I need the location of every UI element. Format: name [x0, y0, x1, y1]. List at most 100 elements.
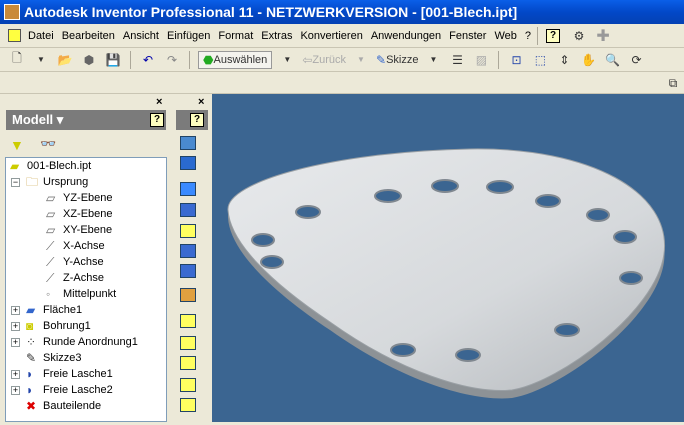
- tree-item-label: XY-Ebene: [63, 224, 113, 236]
- menu-help[interactable]: ?: [521, 30, 535, 42]
- folder-icon: 🗀: [26, 175, 39, 189]
- zoom-all-icon[interactable]: ⊡: [507, 51, 525, 69]
- view-cube-icon[interactable]: ⧉: [664, 74, 682, 92]
- expand-icon[interactable]: +: [11, 306, 20, 315]
- hole: [295, 205, 321, 219]
- back-dropdown-icon[interactable]: ▼: [352, 51, 370, 69]
- expand-icon[interactable]: +: [11, 370, 20, 379]
- expand-icon[interactable]: +: [11, 338, 20, 347]
- back-button[interactable]: ⇦ Zurück: [302, 51, 346, 69]
- collapse-icon[interactable]: −: [11, 178, 20, 187]
- tree-item-label: Z-Achse: [63, 272, 104, 284]
- find-icon[interactable]: 👓: [40, 136, 56, 152]
- window-title: Autodesk Inventor Professional 11 - NETZ…: [24, 4, 518, 20]
- tree-item[interactable]: ⟋ Y-Achse: [46, 254, 104, 270]
- panel-tool-icon[interactable]: [180, 136, 196, 150]
- menu-bar: Datei Bearbeiten Ansicht Einfügen Format…: [0, 24, 684, 48]
- zoom-window-icon[interactable]: ⬚: [531, 51, 549, 69]
- plane-icon: ▱: [46, 207, 56, 221]
- part-doc-icon: [8, 29, 21, 42]
- menu-fenster[interactable]: Fenster: [445, 30, 490, 42]
- panel-close-icon[interactable]: ×: [198, 96, 204, 108]
- hole: [374, 189, 402, 203]
- menu-extras[interactable]: Extras: [257, 30, 296, 42]
- select-button[interactable]: ⬣ Auswählen: [198, 50, 273, 69]
- menu-web[interactable]: Web: [490, 30, 520, 42]
- menu-format[interactable]: Format: [214, 30, 257, 42]
- back-label: Zurück: [312, 53, 346, 66]
- hole: [619, 271, 643, 285]
- tree-item[interactable]: ✖ Bauteilende: [26, 398, 101, 414]
- menu-konvertieren[interactable]: Konvertieren: [296, 30, 366, 42]
- tree-item[interactable]: ◗ Freie Lasche2: [26, 382, 113, 398]
- menu-anwendungen[interactable]: Anwendungen: [367, 30, 445, 42]
- pan-icon[interactable]: ✋: [579, 51, 597, 69]
- panel-tool-icon[interactable]: [180, 224, 196, 238]
- panel-tool-icon[interactable]: [180, 314, 196, 328]
- tree-item-label: Ursprung: [43, 176, 89, 188]
- tree-item-label: YZ-Ebene: [63, 192, 113, 204]
- expand-icon[interactable]: +: [11, 322, 20, 331]
- sketch-button[interactable]: ✎ Skizze: [376, 51, 418, 69]
- expand-icon[interactable]: +: [11, 386, 20, 395]
- help-topics-icon[interactable]: ⚙: [570, 27, 588, 45]
- point-icon: ◦: [46, 287, 51, 301]
- panel-tool-icon[interactable]: [180, 156, 196, 170]
- panel-tool-icon[interactable]: [180, 264, 196, 278]
- tree-item-label: Y-Achse: [63, 256, 104, 268]
- tree-item[interactable]: ▱ XY-Ebene: [46, 222, 112, 238]
- browser-close-icon[interactable]: ×: [156, 96, 162, 108]
- tree-item[interactable]: ⁘ Runde Anordnung1: [26, 334, 138, 350]
- panel-tool-icon[interactable]: [180, 244, 196, 258]
- pattern-icon: ⁘: [26, 335, 37, 349]
- tree-item[interactable]: ◙ Bohrung1: [26, 318, 91, 334]
- panel-help-icon[interactable]: ?: [190, 113, 204, 127]
- graphics-viewport[interactable]: [212, 94, 684, 422]
- tree-item[interactable]: ▰ 001-Blech.ipt: [10, 158, 91, 174]
- tree-item-label: Bohrung1: [43, 320, 91, 332]
- panel-tool-icon[interactable]: [180, 378, 196, 392]
- tree-item[interactable]: ⟋ Z-Achse: [46, 270, 104, 286]
- open-icon[interactable]: 📂: [56, 51, 74, 69]
- panel-tool-icon[interactable]: [180, 182, 196, 196]
- sketch-dropdown-icon[interactable]: ▼: [424, 51, 442, 69]
- redo-icon[interactable]: ↷: [163, 51, 181, 69]
- menu-ansicht[interactable]: Ansicht: [119, 30, 163, 42]
- tree-item[interactable]: ▰ Fläche1: [26, 302, 82, 318]
- axis-icon: ⟋: [46, 255, 55, 269]
- new-dropdown-icon[interactable]: ▼: [32, 51, 50, 69]
- menu-bearbeiten[interactable]: Bearbeiten: [58, 30, 119, 42]
- new-icon[interactable]: 🗋: [8, 51, 26, 69]
- tree-item[interactable]: 🗀 Ursprung: [26, 174, 88, 190]
- panel-tool-icon[interactable]: [180, 288, 196, 302]
- tree-item[interactable]: ⟋ X-Achse: [46, 238, 105, 254]
- tree-item[interactable]: ◦ Mittelpunkt: [46, 286, 116, 302]
- update-icon[interactable]: ☰: [448, 51, 466, 69]
- help-icon[interactable]: ?: [546, 28, 561, 43]
- material-icon[interactable]: ▨: [472, 51, 490, 69]
- tree-item[interactable]: ◗ Freie Lasche1: [26, 366, 113, 382]
- menu-einfuegen[interactable]: Einfügen: [163, 30, 214, 42]
- filter-icon[interactable]: ▼: [10, 137, 24, 153]
- panel-tool-icon[interactable]: [180, 336, 196, 350]
- add-icon[interactable]: ✚: [594, 27, 612, 45]
- panel-tool-icon[interactable]: [180, 203, 196, 217]
- zoom-icon[interactable]: ⇕: [555, 51, 573, 69]
- panel-tool-icon[interactable]: [180, 356, 196, 370]
- tree-item[interactable]: ▱ XZ-Ebene: [46, 206, 113, 222]
- project-icon[interactable]: ⬢: [80, 51, 98, 69]
- select-dropdown-icon[interactable]: ▼: [278, 51, 296, 69]
- menu-datei[interactable]: Datei: [24, 30, 58, 42]
- save-icon[interactable]: 💾: [104, 51, 122, 69]
- zoom-selected-icon[interactable]: 🔍: [603, 51, 621, 69]
- browser-help-icon[interactable]: ?: [150, 113, 164, 127]
- tree-item[interactable]: ▱ YZ-Ebene: [46, 190, 113, 206]
- browser-title: Modell: [12, 112, 54, 127]
- axis-icon: ⟋: [46, 239, 55, 253]
- rotate-icon[interactable]: ⟳: [627, 51, 645, 69]
- panel-tool-icon[interactable]: [180, 398, 196, 412]
- tree-item[interactable]: ✎ Skizze3: [26, 350, 82, 366]
- undo-icon[interactable]: ↶: [139, 51, 157, 69]
- browser-header[interactable]: Modell ▾: [6, 110, 166, 130]
- tree-item-label: XZ-Ebene: [63, 208, 113, 220]
